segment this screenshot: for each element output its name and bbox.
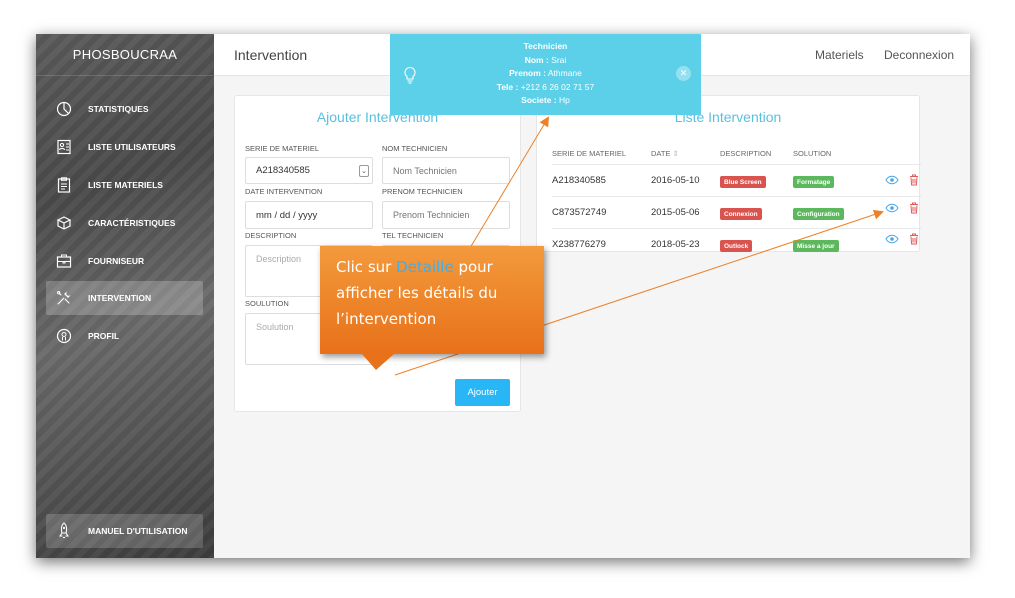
lightbulb-icon	[402, 66, 418, 84]
sidebar: PHOSBOUCRAA STATISTIQUES LISTE UTILISATE…	[36, 34, 214, 558]
description-badge: Blue Screen	[720, 176, 766, 188]
nav-link-materiels[interactable]: Materiels	[815, 48, 864, 62]
sidebar-item-label: PROFIL	[88, 331, 120, 341]
cell-serie: C873572749	[552, 207, 607, 218]
sidebar-item-label: CARACTÉRISTIQUES	[88, 218, 176, 228]
description-label: DESCRIPTION	[245, 231, 297, 240]
description-placeholder: Description	[256, 254, 302, 264]
serie-select[interactable]: A218340585 ⌄	[245, 157, 373, 184]
cell-date: 2016-05-10	[651, 175, 700, 186]
trash-icon[interactable]	[907, 201, 921, 215]
rocket-icon	[56, 522, 72, 539]
cell-date: 2018-05-23	[651, 239, 700, 250]
cell-serie: X238776279	[552, 239, 606, 250]
page-title: Intervention	[234, 47, 308, 63]
instruction-callout: Clic sur Detaille pour afficher les déta…	[320, 246, 544, 354]
technicien-tooltip: Technicien Nom : Srai Prenom : Athmane T…	[390, 34, 701, 115]
sidebar-item-statistiques[interactable]: STATISTIQUES	[46, 92, 203, 126]
sidebar-item-caracteristiques[interactable]: CARACTÉRISTIQUES	[46, 206, 203, 240]
briefcase-icon	[56, 253, 72, 269]
nav-link-deconnexion[interactable]: Deconnexion	[884, 48, 954, 62]
solution-badge: Misse a jour	[793, 240, 839, 252]
tools-icon	[56, 290, 72, 306]
tooltip-societe: Societe : Hp	[521, 95, 570, 105]
serie-select-value: A218340585	[256, 165, 310, 176]
callout-highlight: Detaille	[396, 258, 454, 276]
cell-serie: A218340585	[552, 175, 606, 186]
pie-chart-icon	[56, 101, 72, 117]
cell-date: 2015-05-06	[651, 207, 700, 218]
box-icon	[56, 215, 72, 231]
serie-label: SERIE DE MATERIEL	[245, 144, 320, 153]
tel-technicien-label: TEL TECHNICIEN	[382, 231, 444, 240]
solution-label: SOULUTION	[245, 299, 289, 308]
brand-logo[interactable]: PHOSBOUCRAA	[36, 34, 214, 76]
sidebar-item-profil[interactable]: PROFIL	[46, 319, 203, 353]
eye-icon[interactable]	[885, 232, 899, 246]
date-placeholder: mm / dd / yyyy	[256, 209, 318, 221]
prenom-technicien-label: PRENOM TECHNICIEN	[382, 187, 463, 196]
nom-technicien-input[interactable]	[382, 157, 510, 184]
users-list-icon	[56, 139, 72, 155]
column-header-description[interactable]: DESCRIPTION	[720, 149, 771, 158]
column-header-solution[interactable]: SOLUTION	[793, 149, 831, 158]
date-input[interactable]: mm / dd / yyyy	[245, 201, 373, 229]
sort-icon: ⇕	[672, 149, 679, 158]
sidebar-item-label: STATISTIQUES	[88, 104, 149, 114]
sidebar-item-label: LISTE MATERIELS	[88, 180, 163, 190]
manual-button[interactable]: MANUEL D'UTILISATION	[46, 514, 203, 548]
column-header-serie[interactable]: SERIE DE MATERIEL	[552, 149, 626, 158]
sidebar-item-liste-materiels[interactable]: LISTE MATERIELS	[46, 168, 203, 202]
manual-label: MANUEL D'UTILISATION	[88, 526, 188, 536]
column-header-date[interactable]: DATE ⇕	[651, 149, 679, 158]
table-row: C873572749 2015-05-06 Connexion Configur…	[552, 196, 922, 228]
sidebar-item-intervention[interactable]: INTERVENTION	[46, 281, 203, 315]
clipboard-icon	[56, 177, 72, 193]
tooltip-nom: Nom : Srai	[524, 54, 567, 65]
callout-tail	[362, 354, 394, 370]
add-button[interactable]: Ajouter	[455, 379, 510, 406]
sidebar-item-liste-utilisateurs[interactable]: LISTE UTILISATEURS	[46, 130, 203, 164]
sidebar-item-label: FOURNISEUR	[88, 256, 145, 266]
table-row: A218340585 2016-05-10 Blue Screen Format…	[552, 164, 922, 196]
tooltip-title: Technicien	[523, 41, 568, 51]
sidebar-item-label: LISTE UTILISATEURS	[88, 142, 176, 152]
close-icon[interactable]: ✕	[676, 66, 691, 81]
trash-icon[interactable]	[907, 232, 921, 246]
solution-badge: Formatage	[793, 176, 835, 188]
tooltip-tele: Tele : +212 6 26 02 71 57	[496, 81, 595, 92]
sidebar-item-label: INTERVENTION	[88, 293, 152, 303]
eye-icon[interactable]	[885, 173, 899, 187]
trash-icon[interactable]	[907, 173, 921, 187]
date-label: DATE INTERVENTION	[245, 187, 323, 196]
sidebar-item-fourniseur[interactable]: FOURNISEUR	[46, 244, 203, 278]
description-badge: Connexion	[720, 208, 762, 220]
callout-text-before: Clic sur	[336, 258, 397, 276]
chevron-down-icon: ⌄	[359, 165, 369, 177]
table-row: X238776279 2018-05-23 Outlock Misse a jo…	[552, 228, 922, 260]
intervention-list-card: Liste Intervention SERIE DE MATERIEL DAT…	[536, 95, 922, 252]
profile-icon	[56, 328, 72, 344]
prenom-technicien-input[interactable]	[382, 201, 510, 229]
tooltip-prenom: Prenom : Athmane	[509, 68, 582, 78]
solution-placeholder: Soulution	[256, 322, 294, 332]
description-badge: Outlock	[720, 240, 753, 252]
nom-technicien-label: NOM TECHNICIEN	[382, 144, 448, 153]
solution-badge: Configuration	[793, 208, 844, 220]
eye-icon[interactable]	[885, 201, 899, 215]
